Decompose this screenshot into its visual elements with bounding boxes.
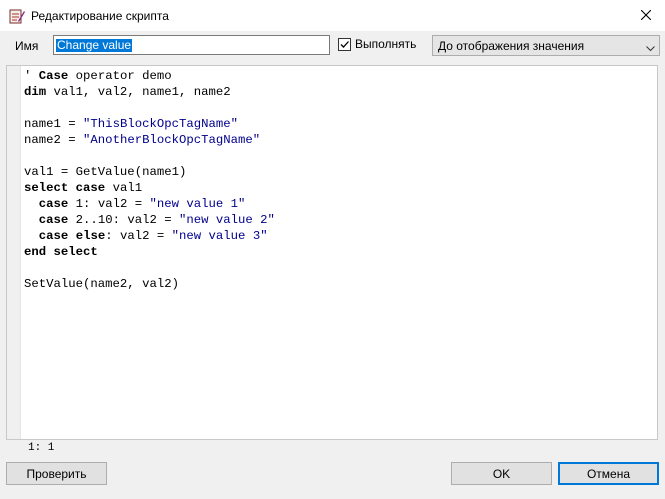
code-line[interactable]: ' Case operator demo [24, 68, 275, 84]
code-text: val1, val2, name1, name2 [46, 85, 231, 99]
editor-gutter [7, 66, 21, 439]
code-line[interactable]: name2 = "AnotherBlockOpcTagName" [24, 132, 275, 148]
code-text: ' [24, 69, 39, 83]
code-line[interactable]: ​ [24, 148, 275, 164]
code-string: "new value 2" [179, 213, 275, 227]
code-line[interactable]: ​ [24, 100, 275, 116]
code-line[interactable]: case 1: val2 = "new value 1" [24, 196, 275, 212]
code-text: name2 = [24, 133, 84, 147]
code-keyword: select [24, 181, 69, 195]
check-button[interactable]: Проверить [6, 462, 107, 485]
close-icon [640, 9, 651, 23]
code-line[interactable]: case else: val2 = "new value 3" [24, 228, 275, 244]
script-settings-bar: Имя Change value Выполнять До отображени… [0, 31, 665, 61]
name-label: Имя [15, 39, 39, 53]
close-button[interactable] [626, 0, 665, 31]
script-editor[interactable]: ' Case operator demo dim val1, val2, name… [6, 65, 658, 440]
code-keyword: case [38, 213, 69, 227]
window-title: Редактирование скрипта [31, 9, 169, 23]
code-string: "new value 3" [171, 229, 268, 243]
code-keyword: select [53, 245, 98, 259]
cancel-button[interactable]: Отмена [558, 462, 659, 485]
name-input[interactable]: Change value [53, 35, 330, 55]
code-line[interactable]: select case val1 [24, 180, 275, 196]
code-text: SetValue(name2, val2) [24, 277, 179, 291]
code-text: operator demo [68, 69, 172, 83]
cancel-button-label: Отмена [586, 466, 631, 481]
ok-button-label: OK [492, 466, 511, 481]
code-text: 1: val2 = [68, 197, 150, 211]
code-line[interactable]: case 2..10: val2 = "new value 2" [24, 212, 275, 228]
check-button-label: Проверить [26, 466, 87, 481]
code-line[interactable]: dim val1, val2, name1, name2 [24, 84, 275, 100]
name-input-value[interactable]: Change value [56, 39, 133, 52]
execution-mode-select[interactable]: До отображения значения [432, 35, 660, 56]
execute-label: Выполнять [355, 37, 417, 51]
code-line[interactable]: name1 = "ThisBlockOpcTagName" [24, 116, 275, 132]
execute-checkbox-group[interactable]: Выполнять [338, 37, 416, 51]
code-text: 2..10: val2 = [68, 213, 179, 227]
execution-mode-value: До отображения значения [438, 39, 585, 53]
title-bar[interactable]: Редактирование скрипта [0, 0, 665, 31]
script-edit-icon [9, 8, 25, 24]
code-text: name1 = [24, 117, 84, 131]
code-line[interactable]: SetValue(name2, val2) [24, 276, 275, 292]
code-string: "AnotherBlockOpcTagName" [83, 133, 261, 147]
execute-checkbox[interactable] [338, 37, 351, 51]
code-line[interactable]: ​ [24, 260, 275, 276]
code-keyword: Case [38, 69, 69, 83]
ok-button[interactable]: OK [451, 462, 552, 485]
code-text: val1 [105, 181, 143, 195]
code-line[interactable]: end select [24, 244, 275, 260]
code-keyword: case [75, 181, 106, 195]
editor-status-bar: 1: 1 [6, 440, 658, 456]
code-text: : val2 = [105, 229, 172, 243]
code-keyword: dim [24, 85, 47, 99]
code-text: val1 = GetValue(name1) [24, 165, 187, 179]
cursor-position: 1: 1 [28, 442, 55, 454]
script-code[interactable]: ' Case operator demo dim val1, val2, name… [24, 68, 275, 292]
code-line[interactable]: val1 = GetValue(name1) [24, 164, 275, 180]
code-string: "new value 1" [149, 197, 246, 211]
code-keyword: end [24, 245, 47, 259]
code-keyword: else [75, 229, 106, 243]
code-keyword: case [38, 197, 69, 211]
code-string: "ThisBlockOpcTagName" [83, 117, 239, 131]
chevron-down-icon [646, 41, 655, 55]
code-keyword: case [38, 229, 69, 243]
